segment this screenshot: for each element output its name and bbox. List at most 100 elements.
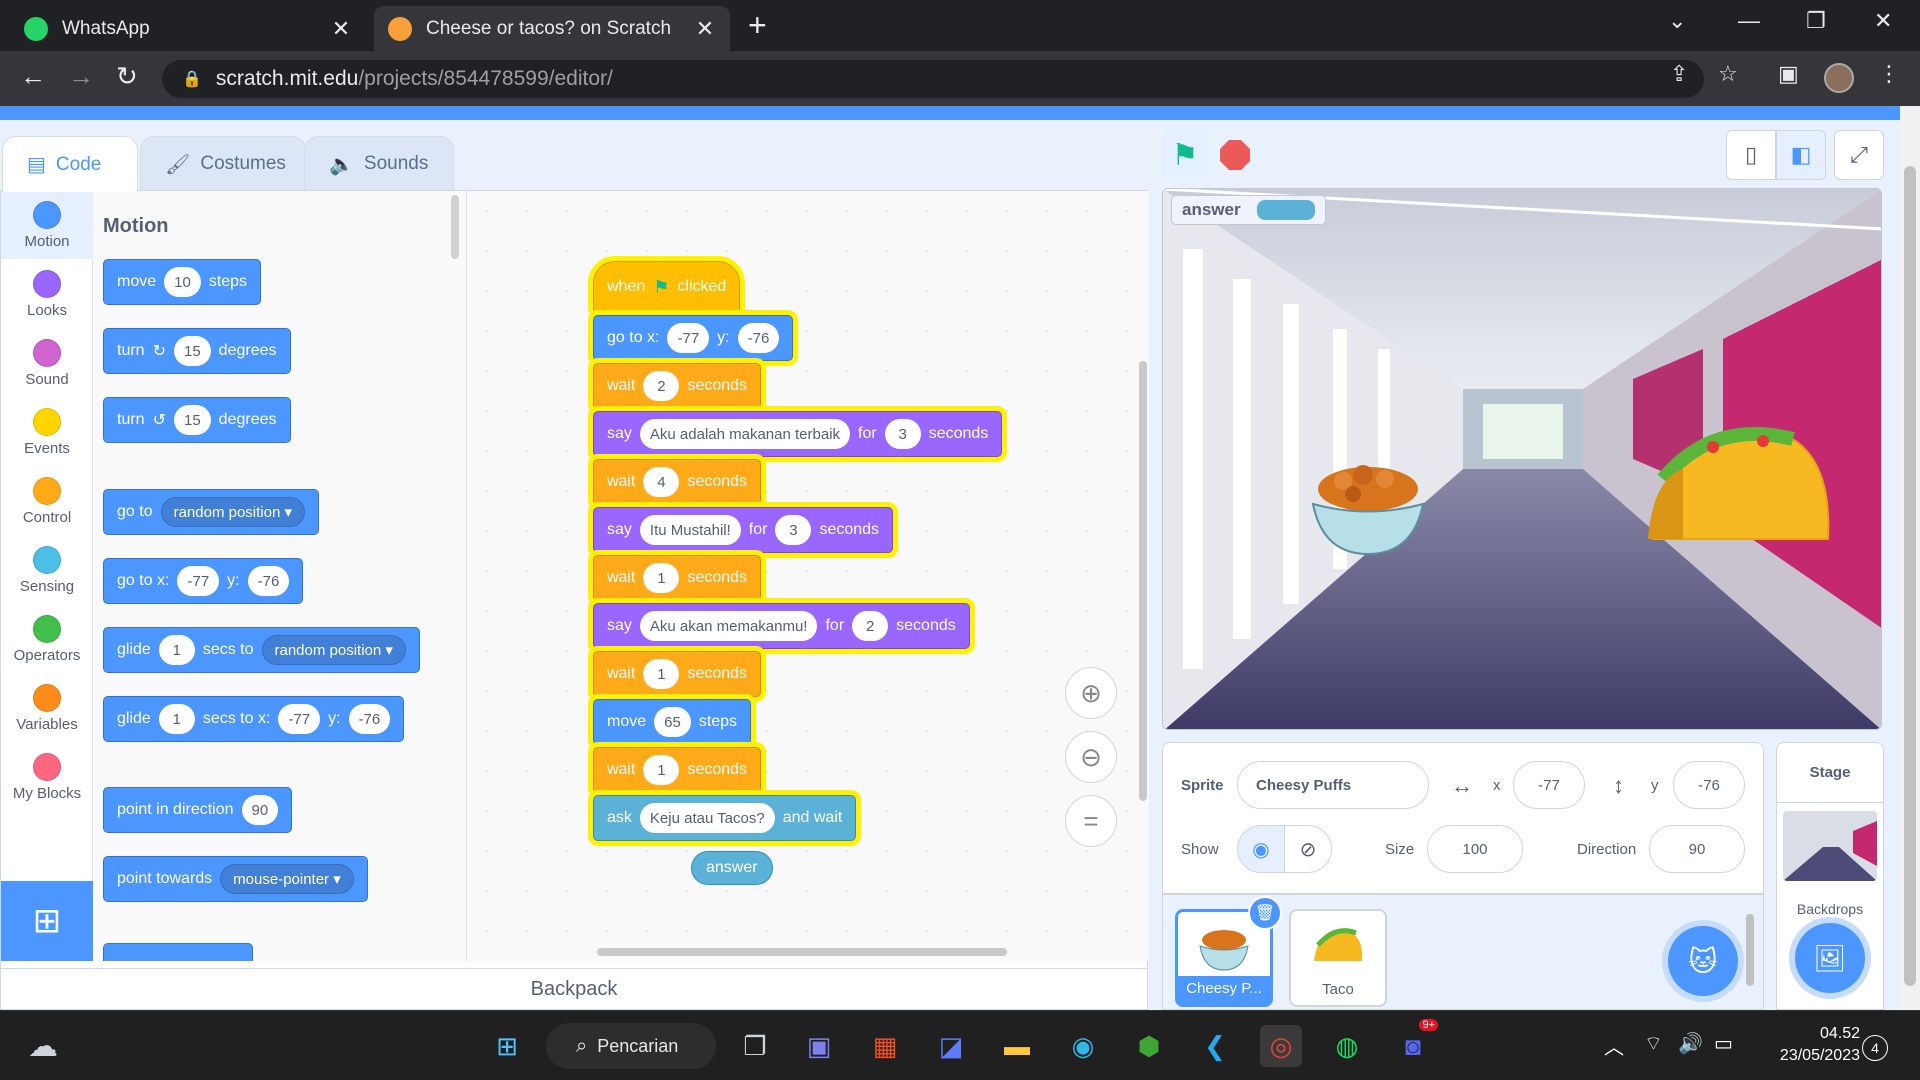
palette-block-partial[interactable] [103, 943, 253, 961]
script-block-say-for[interactable]: say Aku akan memakanmu! for 2 seconds [593, 603, 970, 649]
url-input[interactable]: 🔒 scratch.mit.edu /projects/854478599/ed… [162, 60, 1704, 98]
palette-block-turn-right[interactable]: turn ↻ 15 degrees [103, 328, 291, 374]
message-input[interactable]: Aku adalah makanan terbaik [639, 419, 851, 449]
weather-icon[interactable]: ☁ [22, 1025, 64, 1067]
teams-chat-icon[interactable]: ▣ [798, 1025, 840, 1067]
workspace-horizontal-scrollbar[interactable] [597, 948, 1007, 956]
y-input[interactable]: -76 [737, 323, 780, 353]
menu-dots-icon[interactable]: ⋮ [1878, 61, 1900, 87]
size-input[interactable]: 100 [1427, 825, 1523, 873]
script-block-say-for[interactable]: say Itu Mustahil! for 3 seconds [593, 507, 894, 553]
sprite-thumb-taco[interactable]: Taco [1289, 909, 1387, 1007]
y-position-input[interactable]: -76 [1673, 761, 1745, 809]
workspace-vertical-scrollbar[interactable] [1139, 361, 1147, 801]
palette-block-go-to[interactable]: go to random position ▾ [103, 489, 320, 535]
delete-sprite-button[interactable]: 🗑 [1248, 896, 1282, 930]
seconds-input[interactable]: 4 [643, 467, 680, 497]
seconds-input[interactable]: 3 [775, 515, 812, 545]
reset-zoom-button[interactable]: = [1065, 795, 1117, 847]
tab-sounds[interactable]: 🔈 Sounds [304, 136, 454, 192]
palette-block-turn-left[interactable]: turn ↺ 15 degrees [103, 397, 291, 443]
script-block-wait[interactable]: wait 4 seconds [593, 459, 762, 505]
question-input[interactable]: Keju atau Tacos? [639, 803, 775, 833]
minimize-button[interactable]: — [1738, 8, 1760, 34]
category-events[interactable]: Events [1, 398, 93, 466]
browser-tab-scratch[interactable]: Cheese or tacos? on Scratch ✕ [374, 6, 730, 51]
category-my-blocks[interactable]: My Blocks [1, 743, 93, 811]
tray-overflow-icon[interactable]: ︿ [1604, 1031, 1624, 1060]
script-block-wait[interactable]: wait 1 seconds [593, 555, 762, 601]
system-clock[interactable]: 04.52 23/05/2023 [1760, 1023, 1860, 1067]
page-scrollbar-thumb[interactable] [1904, 166, 1916, 986]
script-block-move[interactable]: move 65 steps [593, 699, 752, 745]
script-block-wait[interactable]: wait 1 seconds [593, 651, 762, 697]
bookmark-star-icon[interactable]: ☆ [1718, 61, 1738, 87]
target-dropdown[interactable]: random position ▾ [261, 635, 406, 665]
add-extension-button[interactable]: ⊞ [1, 881, 93, 961]
script-block-ask-and-wait[interactable]: ask Keju atau Tacos? and wait [593, 795, 857, 841]
category-motion[interactable]: Motion [1, 191, 93, 259]
degrees-input[interactable]: 15 [173, 336, 211, 366]
x-input[interactable]: -77 [278, 704, 321, 734]
green-flag-button[interactable]: ⚑ [1162, 132, 1208, 178]
tab-costumes[interactable]: 🖌 Costumes [140, 136, 306, 192]
target-dropdown[interactable]: mouse-pointer ▾ [220, 864, 354, 894]
category-variables[interactable]: Variables [1, 674, 93, 742]
target-dropdown[interactable]: random position ▾ [160, 497, 306, 527]
direction-input[interactable]: 90 [241, 795, 279, 825]
secs-input[interactable]: 1 [158, 635, 195, 665]
tab-search-icon[interactable]: ⌄ [1668, 8, 1686, 34]
category-operators[interactable]: Operators [1, 605, 93, 673]
reload-button[interactable]: ↻ [116, 61, 138, 92]
message-input[interactable]: Aku akan memakanmu! [639, 611, 818, 641]
script-block-go-to-xy[interactable]: go to x: -77 y: -76 [593, 315, 794, 361]
category-looks[interactable]: Looks [1, 260, 93, 328]
small-stage-button[interactable]: ▯ [1726, 130, 1776, 180]
hide-sprite-button[interactable]: ⊘ [1284, 825, 1332, 873]
palette-block-point-direction[interactable]: point in direction 90 [103, 787, 293, 833]
script-block-wait[interactable]: wait 1 seconds [593, 747, 762, 793]
seconds-input[interactable]: 3 [884, 419, 921, 449]
x-input[interactable]: -77 [177, 566, 220, 596]
choose-sprite-button[interactable]: 🐱 [1668, 926, 1738, 996]
zoom-out-button[interactable]: ⊖ [1065, 731, 1117, 783]
wifi-icon[interactable]: ⌔ [1644, 1031, 1663, 1056]
degrees-input[interactable]: 15 [173, 405, 211, 435]
palette-block-glide-xy[interactable]: glide 1 secs to x: -77 y: -76 [103, 696, 405, 742]
y-input[interactable]: -76 [247, 566, 290, 596]
notification-count[interactable]: 4 [1862, 1035, 1888, 1061]
seconds-input[interactable]: 2 [852, 611, 889, 641]
seconds-input[interactable]: 1 [643, 563, 680, 593]
show-sprite-button[interactable]: ◉ [1237, 825, 1285, 873]
palette-block-glide[interactable]: glide 1 secs to random position ▾ [103, 627, 420, 673]
volume-icon[interactable]: 🔊 [1678, 1031, 1703, 1056]
stop-button[interactable] [1220, 140, 1250, 170]
palette-block-point-towards[interactable]: point towards mouse-pointer ▾ [103, 856, 368, 902]
x-position-input[interactable]: -77 [1513, 761, 1585, 809]
cheesy-puffs-sprite[interactable] [1303, 449, 1433, 559]
start-button[interactable]: ⊞ [486, 1025, 528, 1067]
seconds-input[interactable]: 1 [643, 755, 680, 785]
seconds-input[interactable]: 1 [643, 659, 680, 689]
stage-canvas[interactable]: answer [1162, 188, 1882, 730]
script-block-wait[interactable]: wait 2 seconds [593, 363, 762, 409]
restore-button[interactable]: ❐ [1806, 8, 1826, 34]
tab-code[interactable]: ▤ Code [2, 136, 138, 192]
category-control[interactable]: Control [1, 467, 93, 535]
steps-input[interactable]: 10 [164, 267, 201, 297]
file-explorer-icon[interactable]: ▬ [996, 1025, 1038, 1067]
zoom-in-button[interactable]: ⊕ [1065, 667, 1117, 719]
discord-icon[interactable]: ◙ 9+ [1392, 1019, 1438, 1067]
vscode-icon[interactable]: ❮ [1194, 1025, 1236, 1067]
backpack[interactable]: Backpack [0, 968, 1148, 1010]
category-sensing[interactable]: Sensing [1, 536, 93, 604]
browser-tab-whatsapp[interactable]: WhatsApp ✕ [10, 6, 366, 51]
page-scrollbar[interactable] [1900, 106, 1920, 1010]
palette-block-go-to-xy[interactable]: go to x: -77 y: -76 [103, 558, 304, 604]
battery-icon[interactable]: ▭ [1714, 1031, 1733, 1056]
new-tab-button[interactable]: + [748, 9, 767, 41]
taskbar-search[interactable]: ⌕ Pencarian [546, 1023, 716, 1069]
secs-input[interactable]: 1 [158, 704, 195, 734]
script-block-say-for[interactable]: say Aku adalah makanan terbaik for 3 sec… [593, 411, 1003, 457]
sprite-name-input[interactable]: Cheesy Puffs [1237, 761, 1429, 809]
